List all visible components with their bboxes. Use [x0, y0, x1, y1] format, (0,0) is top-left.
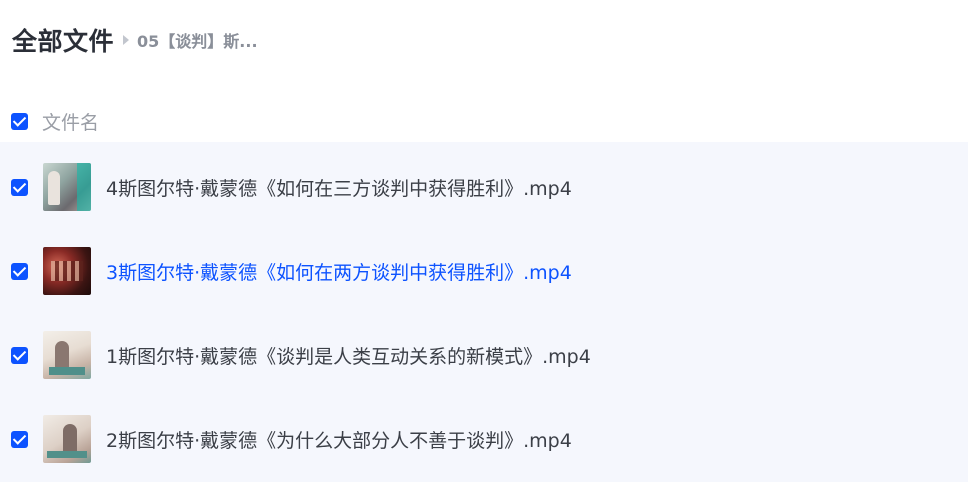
file-checkbox[interactable] [11, 346, 28, 364]
file-list: 4斯图尔特·戴蒙德《如何在三方谈判中获得胜利》.mp4 3斯图尔特·戴蒙德《如何… [0, 142, 968, 482]
video-thumbnail[interactable] [43, 163, 91, 211]
file-checkbox[interactable] [11, 178, 28, 196]
file-checkbox[interactable] [11, 262, 28, 280]
breadcrumb-root-all-files[interactable]: 全部文件 [12, 22, 114, 58]
file-row[interactable]: 1斯图尔特·戴蒙德《谈判是人类互动关系的新模式》.mp4 [0, 313, 968, 397]
file-browser-page: 全部文件 05【谈判】斯... 文件名 4斯图尔特·戴蒙德《如何在三方谈判中获得… [0, 0, 968, 500]
column-header-filename[interactable]: 文件名 [42, 108, 99, 135]
file-row[interactable]: 4斯图尔特·戴蒙德《如何在三方谈判中获得胜利》.mp4 [0, 145, 968, 229]
file-row[interactable]: 3斯图尔特·戴蒙德《如何在两方谈判中获得胜利》.mp4 [0, 229, 968, 313]
file-name[interactable]: 3斯图尔特·戴蒙德《如何在两方谈判中获得胜利》.mp4 [106, 258, 572, 285]
video-thumbnail[interactable] [43, 247, 91, 295]
video-thumbnail[interactable] [43, 331, 91, 379]
file-row[interactable]: 2斯图尔特·戴蒙德《为什么大部分人不善于谈判》.mp4 [0, 397, 968, 481]
select-all-checkbox[interactable] [11, 112, 28, 130]
file-name[interactable]: 2斯图尔特·戴蒙德《为什么大部分人不善于谈判》.mp4 [106, 426, 572, 453]
file-name[interactable]: 4斯图尔特·戴蒙德《如何在三方谈判中获得胜利》.mp4 [106, 174, 572, 201]
breadcrumb-current-folder: 05【谈判】斯... [137, 32, 258, 51]
file-list-header: 文件名 [0, 100, 968, 142]
breadcrumb: 全部文件 05【谈判】斯... [12, 22, 258, 58]
file-name[interactable]: 1斯图尔特·戴蒙德《谈判是人类互动关系的新模式》.mp4 [106, 342, 591, 369]
video-thumbnail[interactable] [43, 415, 91, 463]
file-checkbox[interactable] [11, 430, 28, 448]
breadcrumb-separator-icon [123, 35, 130, 45]
